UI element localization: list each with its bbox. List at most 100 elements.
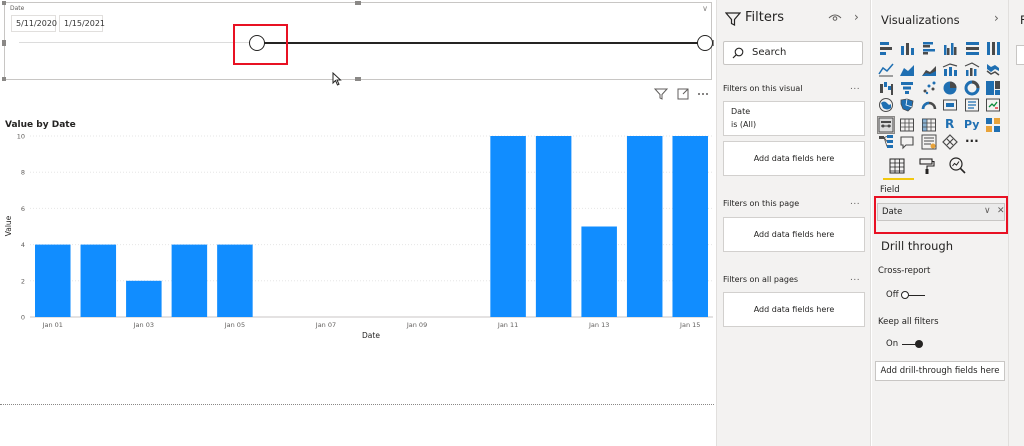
- add-drill-through-dropzone[interactable]: Add drill-through fields here: [875, 361, 1005, 381]
- collapse-filters-chevron-icon[interactable]: ›: [854, 10, 859, 24]
- more-options-icon[interactable]: ...: [850, 82, 860, 92]
- gauge-icon[interactable]: [921, 97, 937, 113]
- kpi-icon[interactable]: [985, 97, 1001, 113]
- line-chart-icon[interactable]: [878, 61, 894, 77]
- fields-title: F: [1020, 13, 1024, 27]
- resize-handle-top-left[interactable]: [2, 1, 6, 5]
- stacked-column-icon[interactable]: [899, 40, 915, 56]
- r-visual-icon[interactable]: R: [942, 117, 958, 133]
- y-tick-label: 6: [21, 205, 25, 213]
- filters-all-pages-label: Filters on all pages: [723, 275, 799, 284]
- bar-jan-01[interactable]: [35, 244, 71, 317]
- bar-jan-04[interactable]: [171, 244, 208, 317]
- bar-jan-02[interactable]: [80, 244, 117, 317]
- more-options-icon[interactable]: ...: [850, 197, 860, 207]
- 100-stacked-bar-icon[interactable]: [964, 40, 980, 56]
- bar-jan-15[interactable]: [672, 136, 708, 317]
- focus-mode-icon[interactable]: [677, 88, 689, 100]
- area-chart-icon[interactable]: [899, 61, 915, 77]
- chart-bars[interactable]: [35, 136, 708, 317]
- add-page-filter-dropzone[interactable]: Add data fields here: [723, 217, 865, 252]
- stacked-area-icon[interactable]: [921, 61, 937, 77]
- filter-icon[interactable]: [653, 88, 669, 100]
- more-options-icon[interactable]: ...: [850, 273, 860, 283]
- key-influencers-icon[interactable]: [985, 117, 1001, 133]
- add-report-filter-dropzone[interactable]: Add data fields here: [723, 292, 865, 327]
- table-icon[interactable]: [899, 117, 915, 133]
- bar-jan-14[interactable]: [626, 136, 663, 317]
- line-column-icon[interactable]: [942, 61, 958, 77]
- y-tick-label: 4: [21, 241, 25, 249]
- end-date-input[interactable]: 1/15/2021: [59, 15, 105, 32]
- clustered-bar-icon[interactable]: [921, 40, 937, 56]
- resize-handle-bottom[interactable]: [355, 77, 361, 81]
- map-icon[interactable]: [878, 97, 894, 113]
- cross-report-toggle-knob[interactable]: [901, 291, 909, 299]
- add-visual-filter-dropzone[interactable]: Add data fields here: [723, 141, 865, 176]
- qa-icon[interactable]: [899, 134, 915, 150]
- annotation-highlight-box: [874, 196, 1008, 234]
- donut-icon[interactable]: [964, 80, 980, 96]
- scatter-icon[interactable]: [921, 80, 937, 96]
- filled-map-icon[interactable]: [899, 97, 915, 113]
- 100-stacked-column-icon[interactable]: [985, 40, 1001, 56]
- pie-icon[interactable]: [942, 80, 958, 96]
- value-by-date-chart[interactable]: Value by Date Value Date 0246810 Jan 01 J…: [0, 110, 716, 350]
- slider-track-active[interactable]: [261, 42, 708, 44]
- format-paint-roller-icon[interactable]: [917, 156, 937, 176]
- keep-all-filters-toggle-knob[interactable]: [915, 340, 923, 348]
- chevron-down-icon[interactable]: ∨: [702, 4, 708, 13]
- filters-pane: Filters › Search Filters on this visual …: [716, 0, 871, 446]
- date-slicer[interactable]: Date ∨ 5/11/2020 1/15/2021: [2, 1, 714, 86]
- fields-search-input[interactable]: [1016, 45, 1024, 65]
- bar-jan-05[interactable]: [217, 244, 253, 317]
- clustered-column-icon[interactable]: [942, 40, 958, 56]
- bar-jan-13[interactable]: [581, 226, 617, 318]
- resize-handle-top[interactable]: [355, 1, 361, 5]
- x-tick-label: Jan 07: [315, 321, 336, 329]
- y-tick-label: 2: [21, 277, 25, 285]
- x-tick-label: Jan 01: [42, 321, 63, 329]
- x-tick-label: Jan 03: [133, 321, 154, 329]
- x-axis-ticks: Jan 01 Jan 03 Jan 05 Jan 07 Jan 09 Jan 11 Jan …: [42, 321, 701, 329]
- decomposition-tree-icon[interactable]: [878, 134, 894, 150]
- treemap-icon[interactable]: [985, 80, 1001, 96]
- slider-end-handle[interactable]: [697, 35, 713, 51]
- filter-state: is (All): [731, 120, 757, 129]
- visual-header: [652, 86, 712, 100]
- x-tick-label: Jan 11: [497, 321, 518, 329]
- multirow-card-icon[interactable]: [964, 97, 980, 113]
- report-canvas[interactable]: Date ∨ 5/11/2020 1/15/2021 Value by Date…: [0, 0, 716, 446]
- y-tick-label: 8: [21, 169, 25, 177]
- resize-handle-left[interactable]: [2, 40, 6, 46]
- power-apps-icon[interactable]: [942, 134, 958, 150]
- more-visuals-icon[interactable]: ···: [964, 134, 980, 150]
- matrix-icon[interactable]: [921, 117, 937, 133]
- stacked-bar-icon[interactable]: [878, 40, 894, 56]
- analytics-magnifier-icon[interactable]: [947, 156, 967, 176]
- resize-handle-bottom-left[interactable]: [2, 77, 6, 81]
- filters-search-input[interactable]: Search: [723, 41, 863, 65]
- bar-jan-03[interactable]: [126, 280, 162, 317]
- eye-icon[interactable]: [828, 13, 842, 23]
- funnel-icon[interactable]: [899, 80, 915, 96]
- date-filter-card[interactable]: Date is (All): [723, 101, 865, 136]
- page-boundary: [0, 404, 714, 405]
- bar-jan-12[interactable]: [535, 136, 572, 317]
- ribbon-chart-icon[interactable]: [985, 61, 1001, 77]
- python-visual-icon[interactable]: Py: [964, 117, 980, 133]
- smart-narrative-icon[interactable]: [921, 134, 937, 150]
- collapse-visualizations-chevron-icon[interactable]: ›: [994, 11, 999, 25]
- more-options-icon[interactable]: [698, 93, 708, 95]
- filters-title: Filters: [745, 10, 784, 25]
- slicer-icon[interactable]: [877, 116, 895, 134]
- bar-jan-11[interactable]: [490, 136, 526, 317]
- fields-tab-icon[interactable]: [887, 156, 907, 176]
- filter-field-name: Date: [731, 107, 751, 116]
- waterfall-icon[interactable]: [878, 80, 894, 96]
- card-icon[interactable]: [942, 97, 958, 113]
- start-date-input[interactable]: 5/11/2020: [11, 15, 57, 32]
- line-clustered-column-icon[interactable]: [964, 61, 980, 77]
- slicer-title: Date: [10, 5, 25, 12]
- y-axis-ticks: 0 2 4 6 8 10: [17, 133, 25, 322]
